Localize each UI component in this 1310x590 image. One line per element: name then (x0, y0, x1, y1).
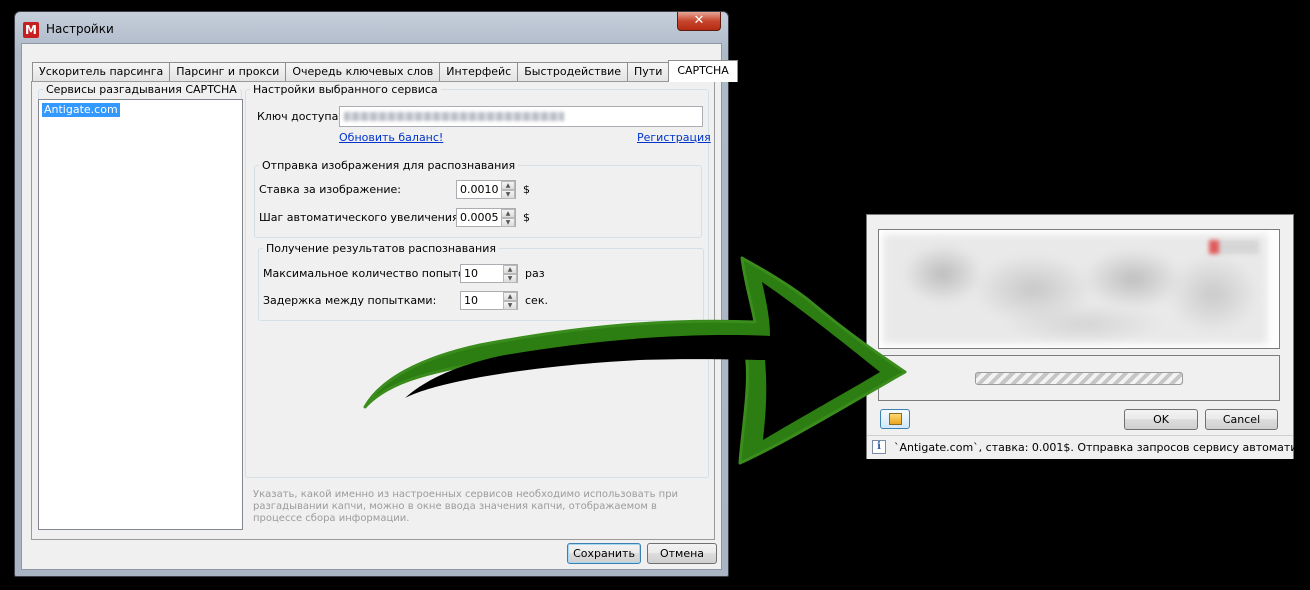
captcha-status-text: `Antigate.com`, ставка: 0.001$. Отправка… (894, 441, 1310, 454)
tab-strip: Ускоритель парсинга Парсинг и прокси Оче… (32, 60, 738, 82)
delay-unit: сек. (525, 294, 548, 307)
spin-down-icon[interactable]: ▼ (503, 274, 517, 283)
access-key-value-masked (344, 112, 564, 121)
captcha-logo-watermark (1209, 240, 1259, 254)
rate-label: Ставка за изображение: (259, 183, 402, 196)
registration-link[interactable]: Регистрация (637, 131, 711, 144)
captcha-cancel-button[interactable]: Cancel (1205, 409, 1278, 430)
access-key-label: Ключ доступа: (257, 110, 343, 123)
attempts-spinner[interactable]: 10 ▲ ▼ (460, 264, 518, 283)
save-button[interactable]: Сохранить (567, 543, 641, 564)
tab-parsing-accelerator[interactable]: Ускоритель парсинга (32, 62, 171, 82)
rate-spinner-buttons[interactable]: ▲ ▼ (501, 181, 515, 199)
tab-paths[interactable]: Пути (627, 62, 670, 82)
info-icon: i (872, 440, 886, 454)
hint-text: Указать, какой именно из настроенных сер… (253, 489, 679, 524)
close-button[interactable]: ✕ (677, 12, 721, 31)
window-client-area: Ускоритель парсинга Парсинг и прокси Оче… (21, 43, 738, 570)
captcha-tab-page: Сервисы разгадывания CAPTCHA Antigate.co… (31, 81, 715, 540)
access-key-input[interactable] (339, 106, 703, 127)
step-label: Шаг автоматического увеличения: (259, 211, 463, 224)
captcha-dialog: OK Cancel i `Antigate.com`, ставка: 0.00… (866, 214, 1310, 459)
results-group: Получение результатов распознавания Макс… (258, 242, 704, 321)
close-icon: ✕ (693, 13, 705, 28)
spin-down-icon[interactable]: ▼ (501, 190, 515, 199)
captcha-service-button[interactable] (880, 409, 910, 429)
attempts-spinner-buttons[interactable]: ▲ ▼ (503, 265, 517, 283)
delay-spinner[interactable]: 10 ▲ ▼ (460, 291, 518, 310)
attempts-unit: раз (525, 267, 545, 280)
step-value: 0.0005 (460, 211, 499, 224)
delay-value: 10 (464, 294, 478, 307)
step-spinner-buttons[interactable]: ▲ ▼ (501, 209, 515, 227)
settings-window: M Настройки ✕ Ускоритель парсинга Парсин… (14, 11, 738, 577)
captcha-progress-frame (878, 355, 1280, 401)
services-legend: Сервисы разгадывания CAPTCHA (43, 83, 240, 96)
tab-keyword-queue[interactable]: Очередь ключевых слов (285, 62, 441, 82)
sending-group: Отправка изображения для распознавания С… (254, 159, 702, 238)
attempts-value: 10 (464, 267, 478, 280)
captcha-status-bar: i `Antigate.com`, ставка: 0.001$. Отправ… (867, 435, 1310, 459)
title-bar[interactable]: M Настройки (15, 12, 728, 44)
step-spinner[interactable]: 0.0005 ▲ ▼ (456, 208, 516, 227)
tab-parsing-proxy[interactable]: Парсинг и прокси (169, 62, 287, 82)
attempts-label: Максимальное количество попыток: (263, 267, 476, 280)
tab-captcha[interactable]: CAPTCHA (668, 60, 738, 82)
window-title: Настройки (46, 22, 114, 36)
results-legend: Получение результатов распознавания (263, 242, 499, 255)
delay-label: Задержка между попытками: (263, 294, 437, 307)
spin-down-icon[interactable]: ▼ (503, 301, 517, 310)
sending-legend: Отправка изображения для распознавания (259, 159, 519, 172)
delay-spinner-buttons[interactable]: ▲ ▼ (503, 292, 517, 310)
captcha-image-frame (878, 229, 1280, 349)
cancel-button[interactable]: Отмена (647, 543, 717, 564)
list-item-antigate[interactable]: Antigate.com (42, 103, 120, 117)
services-list[interactable]: Antigate.com (38, 99, 243, 530)
service-settings-icon (889, 413, 902, 425)
tab-performance[interactable]: Быстродействие (517, 62, 628, 82)
services-group: Сервисы разгадывания CAPTCHA Antigate.co… (38, 83, 243, 530)
spin-up-icon[interactable]: ▲ (501, 181, 515, 190)
tab-interface[interactable]: Интерфейс (439, 62, 519, 82)
captcha-ok-button[interactable]: OK (1124, 409, 1198, 430)
step-unit: $ (523, 211, 530, 224)
spin-down-icon[interactable]: ▼ (501, 218, 515, 227)
rate-unit: $ (523, 183, 530, 196)
app-icon: M (23, 22, 39, 38)
selected-service-group: Настройки выбранного сервиса Ключ доступ… (245, 83, 711, 478)
refresh-balance-link[interactable]: Обновить баланс! (339, 131, 443, 144)
spin-up-icon[interactable]: ▲ (503, 292, 517, 301)
spin-up-icon[interactable]: ▲ (501, 209, 515, 218)
rate-spinner[interactable]: 0.0010 ▲ ▼ (456, 180, 516, 199)
selected-service-legend: Настройки выбранного сервиса (250, 83, 441, 96)
rate-value: 0.0010 (460, 183, 499, 196)
captcha-progress-bar (975, 372, 1183, 385)
spin-up-icon[interactable]: ▲ (503, 265, 517, 274)
